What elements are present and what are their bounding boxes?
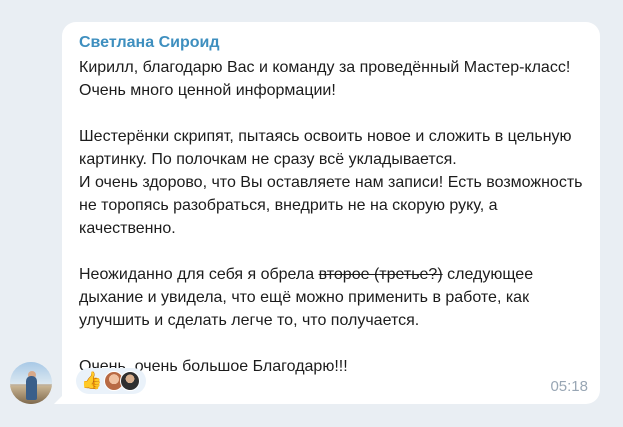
strikethrough-text: второе (третье?): [318, 266, 443, 283]
paragraph-3-start: Неожиданно для себя я обрела: [79, 266, 319, 283]
sender-name[interactable]: Светлана Сироид: [79, 34, 220, 52]
reactor-avatar: [120, 371, 140, 391]
message-paragraph-3: Неожиданно для себя я обрела второе (тре…: [79, 263, 589, 332]
message-text: Кирилл, благодарю Вас и команду за прове…: [79, 56, 589, 378]
thumbs-up-icon: 👍: [81, 371, 103, 390]
avatar-person-body: [26, 376, 37, 400]
message-time: 05:18: [550, 378, 588, 395]
message-bubble[interactable]: Светлана Сироид Кирилл, благодарю Вас и …: [62, 22, 600, 404]
message-paragraph-1: Кирилл, благодарю Вас и команду за прове…: [79, 59, 571, 99]
sender-avatar[interactable]: [10, 362, 52, 404]
reaction-chip[interactable]: 👍: [76, 368, 146, 394]
message-paragraph-2: Шестерёнки скрипят, пытаясь освоить ново…: [79, 128, 583, 237]
message-paragraph-4: Очень, очень большое Благодарю!!!: [79, 358, 348, 375]
